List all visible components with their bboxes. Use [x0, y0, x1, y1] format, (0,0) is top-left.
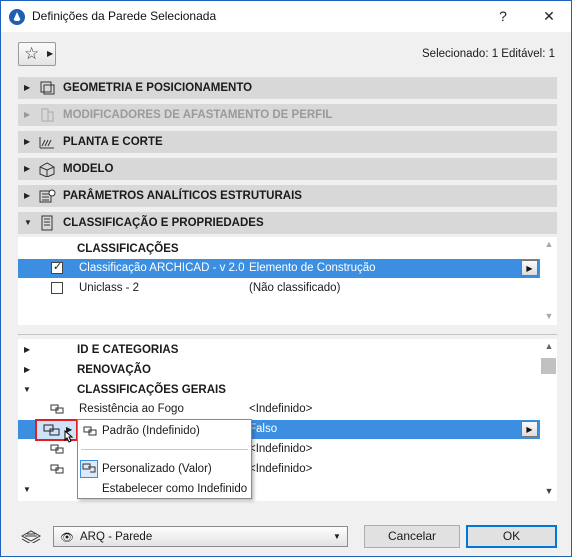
classification-value: Elemento de Construção [249, 262, 376, 274]
expand-triangle-icon[interactable]: ▶ [24, 83, 30, 92]
property-value: <Indefinido> [249, 403, 313, 415]
menu-item-personalizado[interactable]: Personalizado (Valor) [78, 459, 251, 479]
panel-label: PLANTA E CORTE [63, 136, 163, 148]
classification-row[interactable]: Classificação ARCHICAD - v 2.0 Elemento … [18, 259, 540, 278]
classification-picker-arrow-icon[interactable]: ▶ [521, 260, 538, 276]
favorites-button[interactable]: ☆ ▶ [18, 42, 56, 66]
collapse-triangle-icon[interactable]: ▼ [24, 218, 32, 227]
expand-triangle-icon[interactable]: ▶ [24, 365, 30, 374]
scroll-down-icon[interactable]: ▼ [541, 486, 557, 496]
view-selector[interactable]: 👁 ARQ - Parede ▼ [53, 526, 348, 547]
value-source-button[interactable]: ▶ [35, 419, 78, 443]
archicad-app-icon [9, 9, 25, 25]
structural-analytical-icon [39, 189, 56, 203]
mouse-cursor-icon [64, 430, 74, 443]
link-icon [43, 424, 60, 436]
panel-modificadores[interactable]: ▶ MODIFICADORES DE AFASTAMENTO DE PERFIL [18, 104, 557, 126]
chevron-down-icon: ▼ [333, 532, 341, 541]
panel-label: GEOMETRIA E POSICIONAMENTO [63, 82, 253, 94]
link-icon [50, 464, 64, 474]
classification-value: (Não classificado) [249, 282, 341, 294]
scroll-down-icon[interactable]: ▼ [541, 311, 557, 321]
value-source-menu: Padrão (Indefinido) Personalizado (Valor… [77, 419, 252, 499]
panel-modelo[interactable]: ▶ MODELO [18, 158, 557, 180]
expand-triangle-icon[interactable]: ▶ [24, 137, 30, 146]
classification-checkbox[interactable] [51, 282, 63, 294]
scroll-up-icon[interactable]: ▲ [541, 341, 557, 351]
expand-triangle-icon[interactable]: ▶ [24, 191, 30, 200]
window-title: Definições da Parede Selecionada [32, 9, 217, 23]
help-button[interactable]: ? [488, 5, 518, 27]
profile-offset-icon [41, 108, 54, 122]
collapse-triangle-icon[interactable]: ▼ [23, 485, 31, 494]
splitter[interactable] [18, 334, 557, 338]
triangle-right-icon: ▶ [47, 49, 54, 58]
selection-info: Selecionado: 1 Editável: 1 [422, 48, 555, 60]
classifications-scrollbar[interactable]: ▲ ▼ [541, 239, 557, 323]
menu-separator [81, 449, 248, 450]
panel-label: MODIFICADORES DE AFASTAMENTO DE PERFIL [63, 109, 333, 121]
close-button[interactable]: ✕ [534, 5, 564, 27]
panel-label: CLASSIFICAÇÃO E PROPRIEDADES [63, 217, 264, 229]
expand-triangle-icon[interactable]: ▶ [24, 345, 30, 354]
scroll-up-icon[interactable]: ▲ [541, 239, 557, 249]
scroll-thumb[interactable] [541, 358, 556, 374]
menu-item-indefinido[interactable]: Estabelecer como Indefinido [78, 479, 251, 499]
classification-icon [41, 215, 53, 231]
panel-planta-corte[interactable]: ▶ PLANTA E CORTE [18, 131, 557, 153]
classification-system: Uniclass - 2 [79, 282, 140, 294]
classifications-heading: CLASSIFICAÇÕES [77, 243, 179, 255]
model-icon [39, 162, 55, 177]
menu-item-label: Padrão (Indefinido) [102, 425, 200, 437]
property-value: <Indefinido> [249, 463, 313, 475]
panel-classificacao-propriedades[interactable]: ▼ CLASSIFICAÇÃO E PROPRIEDADES [18, 212, 557, 234]
group-id-categorias[interactable]: ID E CATEGORIAS [77, 344, 178, 356]
classification-system: Classificação ARCHICAD - v 2.0 [79, 262, 245, 274]
group-classificacoes-gerais[interactable]: CLASSIFICAÇÕES GERAIS [77, 384, 226, 396]
classification-row[interactable]: Uniclass - 2 (Não classificado) [18, 279, 540, 298]
ok-button[interactable]: OK [466, 525, 557, 548]
star-icon: ☆ [24, 44, 40, 63]
classification-checkbox[interactable] [51, 260, 63, 274]
cancel-button[interactable]: Cancelar [364, 525, 460, 548]
view-selector-label: ARQ - Parede [80, 531, 153, 543]
menu-item-label: Estabelecer como Indefinido [102, 483, 248, 495]
dialog-window: Definições da Parede Selecionada ? ✕ ☆ ▶… [0, 0, 572, 557]
group-renovacao[interactable]: RENOVAÇÃO [77, 364, 151, 376]
property-picker-arrow-icon[interactable]: ▶ [521, 421, 538, 437]
collapse-triangle-icon[interactable]: ▼ [23, 385, 31, 394]
expand-triangle-icon[interactable]: ▶ [24, 164, 30, 173]
eye-icon: 👁 [60, 532, 74, 544]
panel-parametros-analiticos[interactable]: ▶ PARÂMETROS ANALÍTICOS ESTRUTURAIS [18, 185, 557, 207]
property-value: Falso [249, 423, 278, 435]
layer-stack-icon [20, 530, 42, 543]
property-row[interactable]: Resistência ao Fogo <Indefinido> [18, 400, 540, 419]
expand-triangle-icon[interactable]: ▶ [24, 110, 30, 119]
geometry-icon [40, 81, 55, 95]
property-name: Resistência ao Fogo [79, 403, 184, 415]
floorplan-section-icon [39, 137, 54, 149]
panel-label: MODELO [63, 163, 114, 175]
panel-geometria[interactable]: ▶ GEOMETRIA E POSICIONAMENTO [18, 77, 557, 99]
property-value: <Indefinido> [249, 443, 313, 455]
link-icon [83, 426, 97, 436]
menu-item-padrao[interactable]: Padrão (Indefinido) [78, 421, 251, 441]
link-icon [50, 404, 64, 414]
menu-item-label: Personalizado (Valor) [102, 463, 212, 475]
panel-label: PARÂMETROS ANALÍTICOS ESTRUTURAIS [63, 190, 302, 202]
title-bar: Definições da Parede Selecionada ? ✕ [1, 1, 571, 32]
